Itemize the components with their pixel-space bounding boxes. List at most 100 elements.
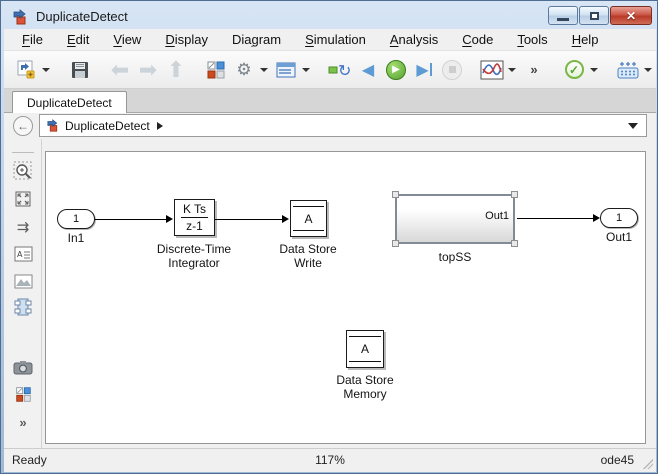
run-button[interactable]: ▶ — [383, 56, 409, 84]
topss-outport-label: Out1 — [485, 210, 509, 222]
breadcrumb-model-name[interactable]: DuplicateDetect — [65, 119, 150, 133]
model-advisor-button[interactable]: ✓ — [561, 56, 587, 84]
navigate-forward-button[interactable]: ➡ — [135, 56, 161, 84]
simulation-data-inspector-dropdown[interactable] — [508, 68, 516, 72]
resize-grip[interactable] — [643, 459, 653, 469]
simulation-data-inspector-button[interactable] — [479, 56, 505, 84]
fraction-line — [181, 217, 208, 218]
menu-edit[interactable]: Edit — [55, 30, 101, 49]
subsystem-button[interactable] — [11, 295, 35, 319]
back-icon: ⬅ — [111, 60, 129, 80]
stop-icon — [442, 60, 462, 80]
image-icon — [14, 274, 33, 289]
annotation-button[interactable]: A — [11, 242, 35, 266]
model-advisor-icon: ✓ — [565, 60, 584, 79]
navigate-back-button[interactable]: ⬅ — [107, 56, 133, 84]
hide-model-browser-button[interactable]: ← — [13, 116, 33, 136]
step-forward-icon: ▶ — [416, 60, 428, 80]
simulink-app-icon — [12, 9, 30, 25]
tab-bar: DuplicateDetect — [4, 89, 656, 113]
camera-icon — [13, 360, 33, 375]
step-forward-button[interactable]: ▶ — [411, 56, 437, 84]
navigate-up-button[interactable]: ⬆ — [163, 56, 189, 84]
menu-view[interactable]: View — [101, 30, 153, 49]
palette-toolbar: ⇉ A — [4, 139, 42, 448]
new-model-dropdown[interactable] — [42, 68, 50, 72]
menu-analysis[interactable]: Analysis — [378, 30, 450, 49]
integrator-equation: K Ts z-1 — [175, 200, 214, 235]
restore-button[interactable] — [579, 6, 609, 25]
selection-handle[interactable] — [392, 240, 399, 247]
selection-handle[interactable] — [511, 191, 518, 198]
inport-number: 1 — [73, 213, 79, 225]
menu-tools[interactable]: Tools — [505, 30, 559, 49]
breadcrumb-expand-icon[interactable] — [157, 122, 163, 130]
block-integrator-label[interactable]: Discrete-Time Integrator — [157, 242, 231, 270]
selection-handle[interactable] — [511, 240, 518, 247]
back-circle-icon: ← — [17, 119, 29, 133]
stop-button[interactable] — [439, 56, 465, 84]
model-configuration-dropdown[interactable] — [302, 68, 310, 72]
breadcrumb-dropdown-icon[interactable] — [628, 123, 638, 129]
build-button[interactable] — [615, 56, 641, 84]
default-signals-button[interactable]: ⇉ — [11, 215, 35, 239]
library-browser-icon — [206, 60, 226, 80]
window-body: File Edit View Display Diagram Simulatio… — [4, 29, 656, 472]
image-button[interactable] — [11, 269, 35, 293]
save-button[interactable] — [67, 56, 93, 84]
new-model-button[interactable] — [13, 56, 39, 84]
wire-in1-integrator[interactable] — [95, 219, 168, 220]
toolbar-overflow-button[interactable]: » — [521, 56, 547, 84]
build-dropdown[interactable] — [644, 68, 652, 72]
selection-handle[interactable] — [392, 191, 399, 198]
block-topss-label[interactable]: topSS — [439, 250, 472, 264]
data-store-line — [293, 230, 324, 231]
data-store-line — [349, 361, 381, 362]
minimize-button[interactable] — [548, 6, 578, 25]
save-icon — [69, 59, 91, 81]
wire-integrator-dsw[interactable] — [215, 219, 282, 220]
block-data-store-write[interactable]: A — [290, 200, 327, 237]
screenshot-button[interactable] — [11, 355, 35, 379]
menu-help[interactable]: Help — [560, 30, 611, 49]
model-settings-button[interactable]: ⚙ — [231, 56, 257, 84]
menu-file[interactable]: File — [10, 30, 55, 49]
menu-diagram[interactable]: Diagram — [220, 30, 293, 49]
palette-overflow-button[interactable]: » — [11, 410, 35, 434]
library-browser-button[interactable] — [203, 56, 229, 84]
title-bar: DuplicateDetect ✕ — [4, 4, 656, 29]
zoom-button[interactable] — [11, 159, 35, 183]
menu-code[interactable]: Code — [450, 30, 505, 49]
overflow-icon: » — [530, 62, 537, 77]
svg-text:↻: ↻ — [338, 61, 351, 80]
block-in1[interactable]: 1 — [57, 209, 95, 229]
library-button[interactable] — [11, 382, 35, 406]
simulink-model-icon — [46, 119, 61, 132]
tab-duplicatedetect[interactable]: DuplicateDetect — [12, 91, 127, 113]
step-back-button[interactable]: ◀ — [355, 56, 381, 84]
editor-main: ⇉ A — [4, 139, 656, 448]
block-data-store-memory[interactable]: A — [346, 330, 384, 368]
model-settings-dropdown[interactable] — [260, 68, 268, 72]
close-button[interactable]: ✕ — [610, 6, 652, 25]
breadcrumb[interactable]: DuplicateDetect — [39, 114, 647, 137]
model-configuration-button[interactable] — [273, 56, 299, 84]
new-model-icon — [15, 59, 37, 81]
block-topss[interactable]: Out1 — [395, 194, 515, 244]
fit-to-view-button[interactable] — [11, 187, 35, 211]
wire-topss-out1[interactable] — [517, 218, 593, 219]
update-diagram-button[interactable]: ↻ — [327, 56, 353, 84]
block-out1-label[interactable]: Out1 — [606, 230, 632, 244]
block-discrete-time-integrator[interactable]: K Ts z-1 — [174, 199, 215, 236]
menu-bar: File Edit View Display Diagram Simulatio… — [4, 29, 656, 51]
data-store-line — [293, 206, 324, 207]
model-canvas[interactable]: 1 In1 K Ts z-1 Discrete-Time Integrator — [45, 151, 646, 444]
block-dsm-label[interactable]: Data Store Memory — [336, 373, 393, 401]
block-dsw-label[interactable]: Data Store Write — [279, 242, 336, 270]
block-out1[interactable]: 1 — [600, 208, 638, 228]
menu-display[interactable]: Display — [153, 30, 220, 49]
status-bar: Ready 117% ode45 — [4, 448, 656, 472]
block-in1-label[interactable]: In1 — [68, 231, 85, 245]
menu-simulation[interactable]: Simulation — [293, 30, 378, 49]
model-advisor-dropdown[interactable] — [590, 68, 598, 72]
